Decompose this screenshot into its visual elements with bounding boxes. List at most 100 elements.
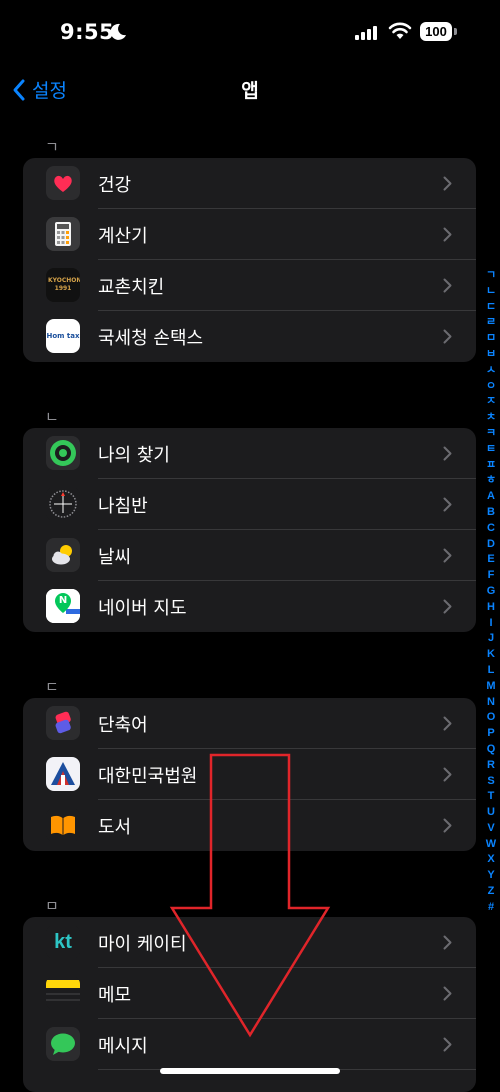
index-letter[interactable]: P	[482, 726, 500, 742]
app-label: 나침반	[98, 495, 148, 517]
index-letter[interactable]: B	[482, 505, 500, 521]
app-label: 메모	[98, 984, 132, 1006]
index-letter[interactable]: ㅈ	[482, 394, 500, 410]
index-letter[interactable]: H	[482, 600, 500, 616]
index-letter[interactable]: W	[482, 837, 500, 853]
index-letter[interactable]: ㅋ	[482, 426, 500, 442]
index-letter[interactable]: R	[482, 758, 500, 774]
app-group-giyeok: 건강 계산기 KYOCHON 1991 교촌치킨 Hom tax 국세청 손택스	[23, 158, 476, 362]
index-letter[interactable]: O	[482, 710, 500, 726]
battery-level: 100	[425, 24, 447, 39]
index-letter[interactable]: J	[482, 631, 500, 647]
index-letter[interactable]: G	[482, 584, 500, 600]
app-label: 대한민국법원	[98, 765, 198, 787]
app-row-shortcuts[interactable]: 단축어	[23, 698, 476, 749]
app-label: 건강	[98, 174, 132, 196]
index-letter[interactable]: M	[482, 679, 500, 695]
index-letter[interactable]: D	[482, 537, 500, 553]
app-row-hometax[interactable]: Hom tax 국세청 손택스	[23, 311, 476, 362]
index-letter[interactable]: ㅌ	[482, 442, 500, 458]
index-letter[interactable]: ㄹ	[482, 315, 500, 331]
app-group-nieun: 나의 찾기 나침반 날씨 N 네이버 지도	[23, 428, 476, 632]
moon-icon	[110, 23, 126, 40]
app-row-kyochon[interactable]: KYOCHON 1991 교촌치킨	[23, 260, 476, 311]
app-label: 네이버 지도	[98, 597, 187, 619]
app-row-health[interactable]: 건강	[23, 158, 476, 209]
chevron-right-icon	[443, 986, 452, 1001]
index-letter[interactable]: #	[482, 900, 500, 916]
index-letter[interactable]: K	[482, 647, 500, 663]
hometax-icon: Hom tax	[46, 319, 80, 353]
index-letter[interactable]: F	[482, 568, 500, 584]
app-label: 도서	[98, 816, 132, 838]
health-icon	[46, 166, 80, 200]
page-title: 앱	[241, 80, 259, 102]
chevron-right-icon	[443, 548, 452, 563]
app-row-compass[interactable]: 나침반	[23, 479, 476, 530]
app-row-calculator[interactable]: 계산기	[23, 209, 476, 260]
chevron-right-icon	[443, 767, 452, 782]
status-time: 9:55	[60, 20, 115, 44]
chevron-right-icon	[443, 497, 452, 512]
index-letter[interactable]: C	[482, 521, 500, 537]
messages-icon	[46, 1027, 80, 1061]
index-letter[interactable]: ㅎ	[482, 473, 500, 489]
section-header-mieum: ㅁ	[45, 897, 59, 915]
index-letter[interactable]: X	[482, 852, 500, 868]
section-index-bar[interactable]: ㄱㄴㄷㄹㅁㅂㅅㅇㅈㅊㅋㅌㅍㅎABCDEFGHIJKLMNOPQRSTUVWXYZ…	[482, 268, 500, 916]
index-letter[interactable]: V	[482, 821, 500, 837]
home-indicator[interactable]	[160, 1068, 340, 1074]
index-letter[interactable]: T	[482, 789, 500, 805]
index-letter[interactable]: ㅍ	[482, 458, 500, 474]
index-letter[interactable]: N	[482, 695, 500, 711]
index-letter[interactable]: ㄷ	[482, 300, 500, 316]
app-row-court[interactable]: 대한민국법원	[23, 749, 476, 800]
court-icon	[46, 757, 80, 791]
app-label: 메시지	[98, 1035, 148, 1057]
app-row-my-kt[interactable]: kt 마이 케이티	[23, 917, 476, 968]
app-row-weather[interactable]: 날씨	[23, 530, 476, 581]
section-header-nieun: ㄴ	[45, 408, 59, 426]
index-letter[interactable]: E	[482, 552, 500, 568]
index-letter[interactable]: U	[482, 805, 500, 821]
compass-icon	[46, 487, 80, 521]
index-letter[interactable]: Q	[482, 742, 500, 758]
index-letter[interactable]: A	[482, 489, 500, 505]
chevron-right-icon	[443, 176, 452, 191]
index-letter[interactable]: Z	[482, 884, 500, 900]
index-letter[interactable]: ㄱ	[482, 268, 500, 284]
chevron-right-icon	[443, 716, 452, 731]
notes-icon	[46, 976, 80, 1010]
app-row-findmy[interactable]: 나의 찾기	[23, 428, 476, 479]
index-letter[interactable]: ㅅ	[482, 363, 500, 379]
app-label: 계산기	[98, 225, 148, 247]
index-letter[interactable]: Y	[482, 868, 500, 884]
index-letter[interactable]: ㅂ	[482, 347, 500, 363]
section-header-digeut: ㄷ	[45, 678, 59, 696]
index-letter[interactable]: I	[482, 616, 500, 632]
app-label: 교촌치킨	[98, 276, 165, 298]
calculator-icon	[46, 217, 80, 251]
index-letter[interactable]: ㅊ	[482, 410, 500, 426]
cellular-signal-icon	[355, 26, 377, 40]
app-row-books[interactable]: 도서	[23, 800, 476, 851]
app-row-naver-map[interactable]: N 네이버 지도	[23, 581, 476, 632]
index-letter[interactable]: L	[482, 663, 500, 679]
books-icon	[46, 808, 80, 842]
index-letter[interactable]: S	[482, 774, 500, 790]
shortcuts-icon	[46, 706, 80, 740]
findmy-icon	[46, 436, 80, 470]
index-letter[interactable]: ㄴ	[482, 284, 500, 300]
app-label: 나의 찾기	[98, 444, 170, 466]
index-letter[interactable]: ㅇ	[482, 379, 500, 395]
chevron-right-icon	[443, 935, 452, 950]
app-label: 마이 케이티	[98, 933, 187, 955]
app-row-messages[interactable]: 메시지	[23, 1019, 476, 1070]
wifi-icon	[388, 22, 412, 39]
index-letter[interactable]: ㅁ	[482, 331, 500, 347]
app-row-notes[interactable]: 메모	[23, 968, 476, 1019]
battery-tip	[454, 28, 457, 35]
chevron-right-icon	[443, 278, 452, 293]
status-bar: 9:55 100	[0, 0, 500, 70]
app-label: 날씨	[98, 546, 132, 568]
